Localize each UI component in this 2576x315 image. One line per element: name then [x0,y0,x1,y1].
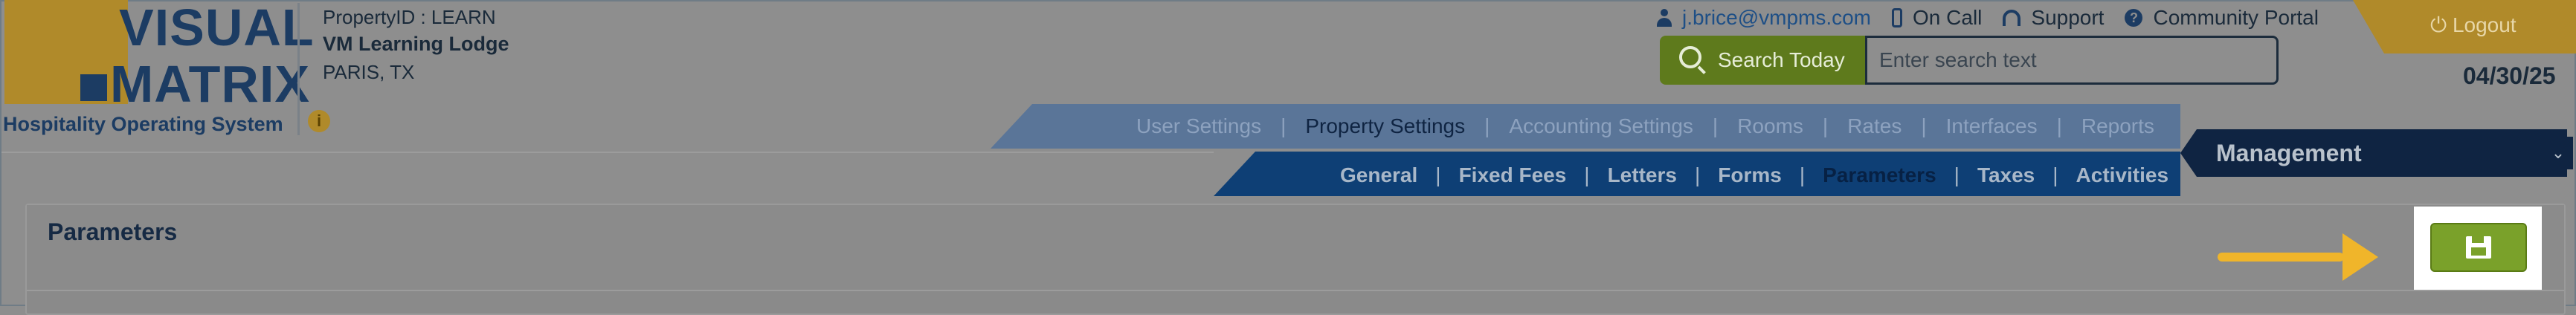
subnav-letters[interactable]: Letters [1590,163,1695,187]
nav-interfaces[interactable]: Interfaces [1927,114,2057,138]
search-icon [1679,46,1701,68]
nav-separator: | [1822,114,1829,137]
logo-square [80,74,107,101]
property-location: PARIS, TX [323,61,415,83]
on-call-link[interactable]: On Call [1913,6,1982,30]
logout-label: Logout [2452,13,2517,36]
secondary-nav: General | Fixed Fees | Letters | Forms |… [1322,159,2186,192]
module-selector[interactable]: Management [2180,129,2567,177]
brand-tagline: Hospitality Operating System [3,113,283,135]
subnav-forms[interactable]: Forms [1700,163,1800,187]
subnav-general[interactable]: General [1322,163,1435,187]
help-icon: ? [2125,9,2143,27]
nav-rates[interactable]: Rates [1828,114,1921,138]
subnav-separator: | [1694,163,1701,186]
subnav-activities[interactable]: Activities [2058,163,2187,187]
subnav-fixed-fees[interactable]: Fixed Fees [1441,163,1585,187]
subnav-separator: | [1954,163,1960,186]
nav-separator: | [1281,114,1287,137]
nav-property-settings[interactable]: Property Settings [1286,114,1484,138]
save-button[interactable] [2430,223,2527,272]
nav-accounting-settings[interactable]: Accounting Settings [1490,114,1713,138]
header-divider [297,3,300,135]
logo-text-visual: VISUAL [119,0,315,56]
headset-icon [2003,10,2021,26]
subnav-separator: | [2052,163,2058,186]
nav-user-settings[interactable]: User Settings [1117,114,1281,138]
nav-separator: | [2056,114,2062,137]
highlight-arrow-head [2342,233,2378,281]
nav-separator: | [1921,114,1927,137]
logo-text-matrix: MATRIX [110,55,311,113]
community-portal-link[interactable]: Community Portal [2153,6,2319,30]
chevron-down-icon[interactable]: ⌄ [2543,137,2573,169]
nav-reports[interactable]: Reports [2062,114,2174,138]
logout-button[interactable]: ⏻ Logout [2430,13,2517,38]
current-date: 04/30/25 [2463,62,2556,89]
nav-rooms[interactable]: Rooms [1718,114,1823,138]
parameters-panel [25,204,2566,315]
subnav-separator: | [1435,163,1441,186]
nav-separator: | [1712,114,1719,137]
property-name: VM Learning Lodge [323,33,509,55]
power-icon: ⏻ [2430,13,2447,36]
subnav-taxes[interactable]: Taxes [1960,163,2052,187]
info-icon[interactable]: i [308,110,330,132]
phone-icon [1892,8,1903,27]
header-rule [1,152,1214,153]
search-input[interactable] [1865,36,2279,85]
subnav-separator: | [1799,163,1806,186]
save-icon [2466,236,2491,259]
property-id: PropertyID : LEARN [323,6,496,28]
subnav-parameters[interactable]: Parameters [1805,163,1954,187]
nav-separator: | [1484,114,1490,137]
top-links: j.brice@vmpms.com On Call Support ? Comm… [1657,4,2340,31]
highlight-arrow-shaft [2218,253,2344,262]
user-icon [1657,9,1672,27]
subnav-separator: | [1584,163,1590,186]
search-today-label: Search Today [1718,48,1845,71]
user-email-link[interactable]: j.brice@vmpms.com [1682,6,1871,30]
panel-header [27,205,2564,291]
primary-nav: User Settings | Property Settings | Acco… [1117,110,2174,143]
support-link[interactable]: Support [2031,6,2104,30]
page-title: Parameters [48,218,178,245]
search-today-button[interactable]: Search Today [1660,36,1865,85]
